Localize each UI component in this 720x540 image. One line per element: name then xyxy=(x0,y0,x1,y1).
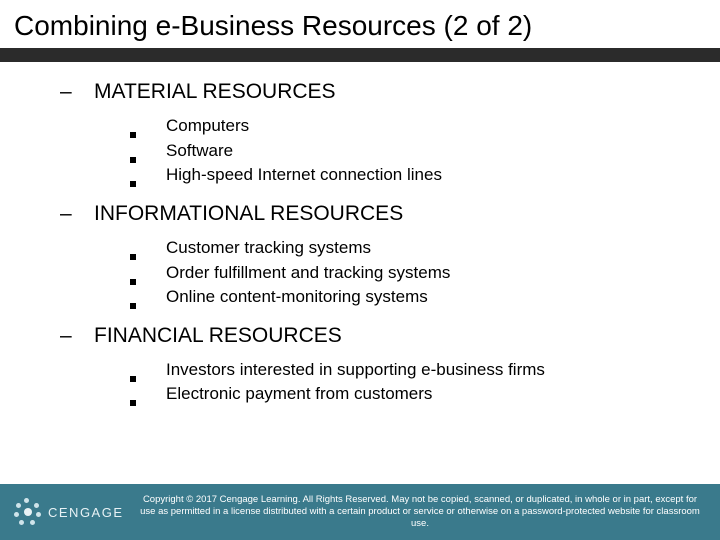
list-item: Customer tracking systems xyxy=(130,236,690,261)
square-bullet-icon xyxy=(130,400,136,406)
list-item: Online content-monitoring systems xyxy=(130,285,690,310)
list-item-text: Software xyxy=(166,139,233,164)
square-bullet-icon xyxy=(130,303,136,309)
list-item: High-speed Internet connection lines xyxy=(130,163,690,188)
sub-list: Computers Software High-speed Internet c… xyxy=(60,114,690,188)
slide-title: Combining e-Business Resources (2 of 2) xyxy=(0,0,720,48)
square-bullet-icon xyxy=(130,376,136,382)
list-item-text: Online content-monitoring systems xyxy=(166,285,428,310)
list-item: Investors interested in supporting e-bus… xyxy=(130,358,690,383)
section-informational: – INFORMATIONAL RESOURCES Customer track… xyxy=(60,202,690,310)
dash-bullet: – xyxy=(60,324,94,348)
square-bullet-icon xyxy=(130,279,136,285)
sub-list: Customer tracking systems Order fulfillm… xyxy=(60,236,690,310)
square-bullet-icon xyxy=(130,254,136,260)
list-item-text: Investors interested in supporting e-bus… xyxy=(166,358,545,383)
section-heading: – FINANCIAL RESOURCES xyxy=(60,324,690,348)
list-item-text: Computers xyxy=(166,114,249,139)
section-heading-text: MATERIAL RESOURCES xyxy=(94,80,336,104)
section-material: – MATERIAL RESOURCES Computers Software … xyxy=(60,80,690,188)
list-item-text: Order fulfillment and tracking systems xyxy=(166,261,450,286)
dash-bullet: – xyxy=(60,202,94,226)
list-item-text: High-speed Internet connection lines xyxy=(166,163,442,188)
content-area: – MATERIAL RESOURCES Computers Software … xyxy=(0,62,720,407)
section-financial: – FINANCIAL RESOURCES Investors interest… xyxy=(60,324,690,407)
footer-bar: CENGAGE Copyright © 2017 Cengage Learnin… xyxy=(0,484,720,540)
section-heading-text: INFORMATIONAL RESOURCES xyxy=(94,202,403,226)
section-heading-text: FINANCIAL RESOURCES xyxy=(94,324,342,348)
section-heading: – MATERIAL RESOURCES xyxy=(60,80,690,104)
list-item-text: Electronic payment from customers xyxy=(166,382,432,407)
copyright-text: Copyright © 2017 Cengage Learning. All R… xyxy=(130,494,720,530)
cengage-starburst-icon xyxy=(14,498,42,526)
square-bullet-icon xyxy=(130,181,136,187)
section-heading: – INFORMATIONAL RESOURCES xyxy=(60,202,690,226)
brand-name: CENGAGE xyxy=(48,505,124,520)
title-area: Combining e-Business Resources (2 of 2) xyxy=(0,0,720,62)
dash-bullet: – xyxy=(60,80,94,104)
square-bullet-icon xyxy=(130,157,136,163)
title-underline xyxy=(0,48,720,62)
list-item: Order fulfillment and tracking systems xyxy=(130,261,690,286)
list-item-text: Customer tracking systems xyxy=(166,236,371,261)
list-item: Software xyxy=(130,139,690,164)
square-bullet-icon xyxy=(130,132,136,138)
sub-list: Investors interested in supporting e-bus… xyxy=(60,358,690,407)
brand-logo: CENGAGE xyxy=(0,498,130,526)
list-item: Computers xyxy=(130,114,690,139)
list-item: Electronic payment from customers xyxy=(130,382,690,407)
